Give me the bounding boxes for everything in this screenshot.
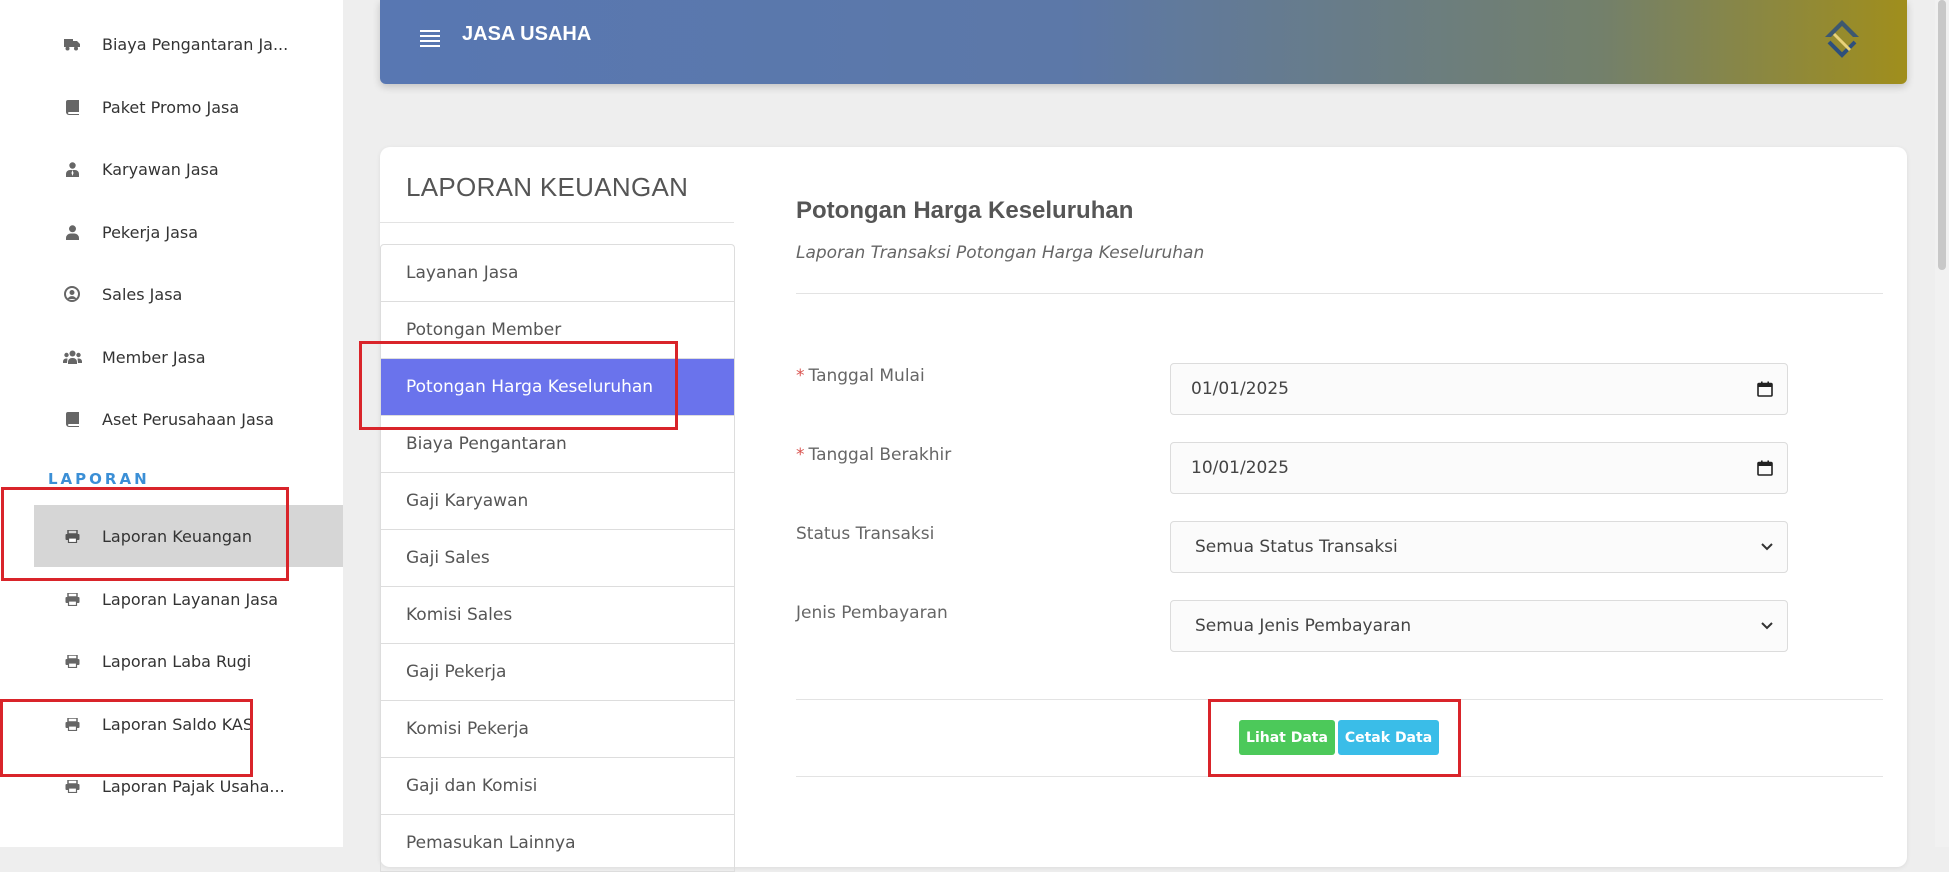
- sidebar-item-laporan-saldo-kas[interactable]: Laporan Saldo KAS: [34, 693, 343, 755]
- menu-icon[interactable]: [420, 30, 440, 47]
- report-list: Layanan Jasa Potongan Member Potongan Ha…: [380, 244, 735, 872]
- report-item-komisi-sales[interactable]: Komisi Sales: [381, 587, 734, 644]
- sidebar-item-paket-promo[interactable]: Paket Promo Jasa: [34, 76, 343, 138]
- form-subtitle: Laporan Transaksi Potongan Harga Keselur…: [796, 243, 1205, 263]
- sidebar-item-label: Laporan Keuangan: [102, 526, 252, 546]
- payment-select[interactable]: Semua Jenis Pembayaran: [1170, 600, 1788, 652]
- report-item-gaji-karyawan[interactable]: Gaji Karyawan: [381, 473, 734, 530]
- end-date-label: * Tanggal Berakhir: [796, 445, 951, 465]
- printer-icon: [62, 529, 82, 543]
- printer-icon: [62, 717, 82, 731]
- user-circle-icon: [62, 286, 82, 302]
- book-icon: [62, 99, 82, 115]
- view-data-button[interactable]: Lihat Data: [1239, 720, 1335, 755]
- required-mark: *: [796, 445, 805, 465]
- start-date-label-text: Tanggal Mulai: [808, 366, 925, 386]
- report-item-gaji-dan-komisi[interactable]: Gaji dan Komisi: [381, 758, 734, 815]
- printer-icon: [62, 592, 82, 606]
- report-item-layanan-jasa[interactable]: Layanan Jasa: [381, 245, 734, 302]
- scrollbar[interactable]: [1935, 0, 1949, 847]
- sidebar-item-label: Laporan Layanan Jasa: [102, 589, 279, 609]
- report-item-komisi-pekerja[interactable]: Komisi Pekerja: [381, 701, 734, 758]
- sidebar-item-aset[interactable]: Aset Perusahaan Jasa: [34, 388, 343, 450]
- sidebar-item-label: Laporan Laba Rugi: [102, 651, 252, 671]
- start-date-label: * Tanggal Mulai: [796, 366, 925, 386]
- report-item-gaji-pekerja[interactable]: Gaji Pekerja: [381, 644, 734, 701]
- sidebar-item-laporan-pajak[interactable]: Laporan Pajak Usaha...: [34, 755, 343, 817]
- print-data-button[interactable]: Cetak Data: [1338, 720, 1439, 755]
- report-item-potongan-harga-keseluruhan[interactable]: Potongan Harga Keseluruhan: [381, 359, 734, 416]
- sidebar-item-label: Paket Promo Jasa: [102, 97, 240, 117]
- sidebar-item-biaya-pengantaran[interactable]: Biaya Pengantaran Ja...: [34, 13, 343, 75]
- sidebar: Biaya Pengantaran Ja... Paket Promo Jasa…: [0, 0, 343, 847]
- user-tie-icon: [62, 161, 82, 177]
- end-date-value: 10/01/2025: [1191, 458, 1289, 478]
- logo-icon: [1817, 14, 1867, 64]
- sidebar-item-sales[interactable]: Sales Jasa: [34, 263, 343, 325]
- form-title: Potongan Harga Keseluruhan: [796, 197, 1134, 224]
- report-item-gaji-sales[interactable]: Gaji Sales: [381, 530, 734, 587]
- end-date-input[interactable]: 10/01/2025: [1170, 442, 1788, 494]
- printer-icon: [62, 654, 82, 668]
- sidebar-item-label: Aset Perusahaan Jasa: [102, 409, 274, 429]
- printer-icon: [62, 779, 82, 793]
- sidebar-item-member[interactable]: Member Jasa: [34, 326, 343, 388]
- divider: [796, 699, 1883, 700]
- chevron-down-icon: [1761, 543, 1773, 551]
- sidebar-item-label: Member Jasa: [102, 347, 206, 367]
- report-item-potongan-member[interactable]: Potongan Member: [381, 302, 734, 359]
- status-select[interactable]: Semua Status Transaksi: [1170, 521, 1788, 573]
- start-date-value: 01/01/2025: [1191, 379, 1289, 399]
- app-title: JASA USAHA: [462, 23, 592, 45]
- sidebar-item-laporan-keuangan[interactable]: Laporan Keuangan: [34, 505, 343, 567]
- sidebar-item-label: Karyawan Jasa: [102, 159, 219, 179]
- calendar-icon[interactable]: [1757, 460, 1773, 476]
- payment-label: Jenis Pembayaran: [796, 603, 948, 623]
- status-value: Semua Status Transaksi: [1195, 537, 1398, 557]
- chevron-down-icon: [1761, 622, 1773, 630]
- sidebar-item-laporan-laba-rugi[interactable]: Laporan Laba Rugi: [34, 630, 343, 692]
- sidebar-item-pekerja[interactable]: Pekerja Jasa: [34, 201, 343, 263]
- truck-icon: [62, 37, 82, 51]
- end-date-label-text: Tanggal Berakhir: [808, 445, 952, 465]
- sidebar-item-laporan-layanan[interactable]: Laporan Layanan Jasa: [34, 568, 343, 630]
- sidebar-section-laporan: LAPORAN: [48, 470, 150, 488]
- sidebar-item-label: Sales Jasa: [102, 284, 183, 304]
- report-card: LAPORAN KEUANGAN Layanan Jasa Potongan M…: [380, 147, 1907, 872]
- users-icon: [62, 350, 82, 364]
- start-date-input[interactable]: 01/01/2025: [1170, 363, 1788, 415]
- sidebar-item-karyawan[interactable]: Karyawan Jasa: [34, 138, 343, 200]
- top-header: JASA USAHA: [380, 0, 1907, 84]
- status-label: Status Transaksi: [796, 524, 935, 544]
- user-icon: [62, 224, 82, 240]
- sidebar-item-label: Laporan Pajak Usaha...: [102, 776, 285, 796]
- divider: [380, 222, 734, 223]
- calendar-icon[interactable]: [1757, 381, 1773, 397]
- sidebar-item-label: Pekerja Jasa: [102, 222, 199, 242]
- payment-value: Semua Jenis Pembayaran: [1195, 616, 1412, 636]
- report-item-pemasukan-lainnya[interactable]: Pemasukan Lainnya: [381, 815, 734, 872]
- report-item-biaya-pengantaran[interactable]: Biaya Pengantaran: [381, 416, 734, 473]
- sidebar-item-label: Biaya Pengantaran Ja...: [102, 34, 289, 54]
- book-icon: [62, 411, 82, 427]
- scrollbar-thumb[interactable]: [1938, 0, 1946, 270]
- card-title: LAPORAN KEUANGAN: [406, 172, 689, 202]
- divider: [796, 293, 1883, 294]
- sidebar-item-label: Laporan Saldo KAS: [102, 714, 254, 734]
- required-mark: *: [796, 366, 805, 386]
- divider: [796, 776, 1883, 777]
